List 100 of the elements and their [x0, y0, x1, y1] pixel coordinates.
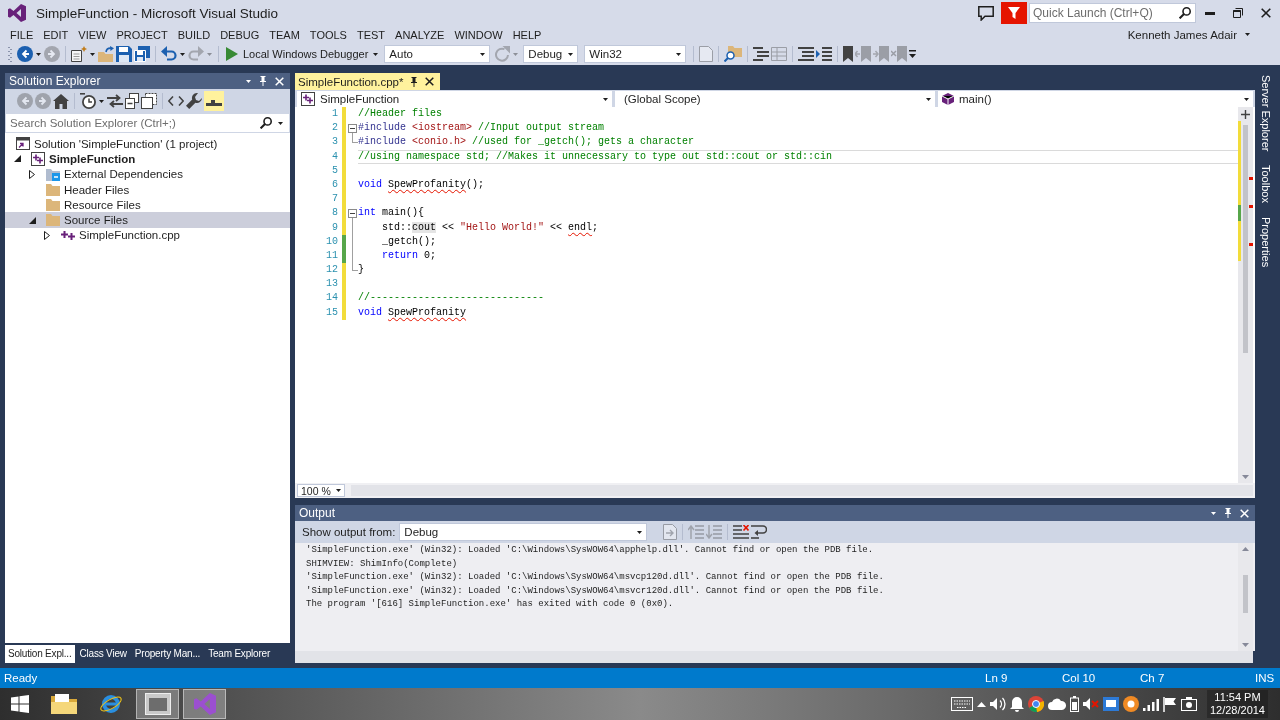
menu-item[interactable]: WINDOW — [449, 28, 508, 41]
indented-lines-icon[interactable] — [753, 47, 770, 61]
panel-tab[interactable]: Team Explorer — [205, 645, 274, 663]
document-tab[interactable]: SimpleFunction.cpp* — [295, 73, 441, 90]
grip-icon[interactable] — [8, 46, 12, 62]
caret-icon[interactable] — [36, 52, 41, 56]
document-sparkle-icon[interactable] — [71, 46, 87, 62]
search-field[interactable]: Search Solution Explorer (Ctrl+;) — [5, 113, 290, 133]
minus-box-icon[interactable] — [347, 208, 357, 218]
muted-speaker-icon[interactable] — [1082, 697, 1099, 711]
panel-tab[interactable]: Class View — [76, 645, 130, 663]
plus-icon[interactable] — [1241, 110, 1250, 119]
menu-item[interactable]: VIEW — [73, 28, 112, 41]
menu-item[interactable]: DEBUG — [215, 28, 265, 41]
caret-icon[interactable] — [278, 121, 283, 125]
floppy-disks-icon[interactable] — [134, 46, 150, 62]
overflow-icon[interactable] — [909, 50, 917, 58]
dash-tile-icon[interactable] — [204, 91, 224, 111]
lines-cross-icon[interactable] — [733, 525, 750, 539]
horizontal-scrollbar[interactable] — [295, 651, 1253, 663]
monitor-icon[interactable] — [1102, 697, 1119, 711]
tree-item[interactable]: External Dependencies — [5, 166, 290, 182]
files-icon[interactable] — [141, 93, 157, 109]
dropdown[interactable]: Debug — [523, 45, 579, 63]
search-icon[interactable] — [260, 117, 272, 129]
outline-triangle-icon[interactable] — [29, 169, 35, 179]
side-tab[interactable]: Server Explorer — [1260, 73, 1272, 154]
filled-triangle-icon[interactable] — [13, 155, 21, 163]
sync-arrows-icon[interactable] — [107, 94, 123, 108]
debugger-button[interactable]: Local Windows Debugger — [223, 44, 382, 64]
close-icon[interactable] — [1261, 8, 1271, 18]
dropdown[interactable]: main() — [938, 91, 1253, 107]
tree-item[interactable]: Source Files — [5, 212, 290, 228]
circle-icon[interactable] — [1122, 696, 1139, 712]
folder-arrow-icon[interactable] — [98, 46, 114, 62]
back-icon[interactable] — [17, 46, 33, 62]
menu-item[interactable]: TOOLS — [304, 28, 352, 41]
tree-item[interactable]: Header Files — [5, 181, 290, 198]
caret-icon[interactable] — [1211, 511, 1216, 515]
menu-item[interactable]: BUILD — [172, 28, 216, 41]
dropdown[interactable]: Debug — [399, 523, 648, 541]
chevron-up-icon[interactable] — [976, 701, 986, 707]
panel-tab[interactable]: Property Man... — [131, 645, 204, 663]
caret-icon[interactable] — [246, 79, 251, 83]
round-logo-icon[interactable] — [1027, 696, 1044, 712]
speaker-waves-icon[interactable] — [989, 697, 1006, 711]
menu-item[interactable]: FILE — [5, 28, 39, 41]
lines-arrow-icon[interactable] — [816, 47, 833, 61]
side-tab[interactable]: Toolbox — [1260, 163, 1272, 206]
vertical-scrollbar[interactable] — [1238, 543, 1253, 651]
dropdown[interactable]: SimpleFunction — [297, 91, 612, 107]
windows-logo-icon[interactable] — [11, 695, 29, 713]
cloud-icon[interactable] — [1047, 698, 1066, 710]
pin-icon[interactable] — [259, 76, 267, 86]
caret-icon[interactable] — [1245, 33, 1250, 36]
minus-box-icon[interactable] — [347, 123, 357, 133]
pin-icon[interactable] — [1224, 508, 1232, 518]
dropdown[interactable]: Auto — [384, 45, 491, 63]
angle-brackets-icon[interactable] — [168, 96, 184, 106]
keyboard-icon[interactable] — [950, 697, 973, 711]
funnel-icon[interactable] — [1001, 2, 1027, 24]
lines-icon[interactable] — [798, 47, 815, 61]
tree-item[interactable]: Resource Files — [5, 197, 290, 213]
search-icon[interactable] — [1179, 7, 1191, 19]
account-name[interactable]: Kenneth James Adair — [1127, 28, 1237, 41]
flag-icon[interactable] — [1162, 696, 1177, 712]
folder-magnifier-icon[interactable] — [724, 46, 743, 62]
side-tab[interactable]: Properties — [1260, 215, 1272, 270]
caret-icon[interactable] — [90, 52, 95, 56]
tree-item[interactable]: Solution 'SimpleFunction' (1 project) — [5, 136, 290, 152]
dropdown[interactable]: (Global Scope) — [615, 91, 935, 107]
speech-bubble-icon[interactable] — [978, 5, 994, 21]
wrench-icon[interactable] — [186, 93, 202, 109]
menu-item[interactable]: TEAM — [264, 28, 305, 41]
zoom-dropdown[interactable]: 100 % — [297, 484, 345, 497]
signal-bars-icon[interactable] — [1142, 697, 1159, 711]
stacked-squares-icon[interactable] — [125, 93, 139, 109]
dropdown[interactable]: Win32 — [584, 45, 687, 63]
undo-icon[interactable] — [161, 46, 177, 62]
caret-icon[interactable] — [99, 99, 104, 103]
bookmark-icon[interactable] — [843, 46, 854, 62]
wrap-arrow-icon[interactable] — [751, 525, 768, 539]
menu-item[interactable]: ANALYZE — [390, 28, 450, 41]
minimize-icon[interactable] — [1205, 11, 1215, 15]
bell-icon[interactable] — [1009, 696, 1024, 712]
camera-icon[interactable] — [1180, 697, 1197, 711]
outline-triangle-icon[interactable] — [44, 230, 50, 240]
restore-icon[interactable] — [1233, 8, 1243, 18]
clock-icon[interactable] — [80, 93, 96, 109]
menu-item[interactable]: TEST — [351, 28, 391, 41]
menu-item[interactable]: PROJECT — [111, 28, 173, 41]
tree-item[interactable]: SimpleFunction.cpp — [5, 227, 290, 244]
home-icon[interactable] — [53, 93, 69, 109]
battery-icon[interactable] — [1069, 696, 1079, 712]
menu-item[interactable]: EDIT — [38, 28, 74, 41]
quick-launch-field[interactable]: Quick Launch (Ctrl+Q) — [1029, 3, 1196, 23]
menu-item[interactable]: HELP — [507, 28, 547, 41]
tree-item[interactable]: SimpleFunction — [5, 151, 290, 167]
filled-triangle-icon[interactable] — [28, 216, 36, 224]
panel-tab[interactable]: Solution Expl... — [5, 645, 75, 663]
